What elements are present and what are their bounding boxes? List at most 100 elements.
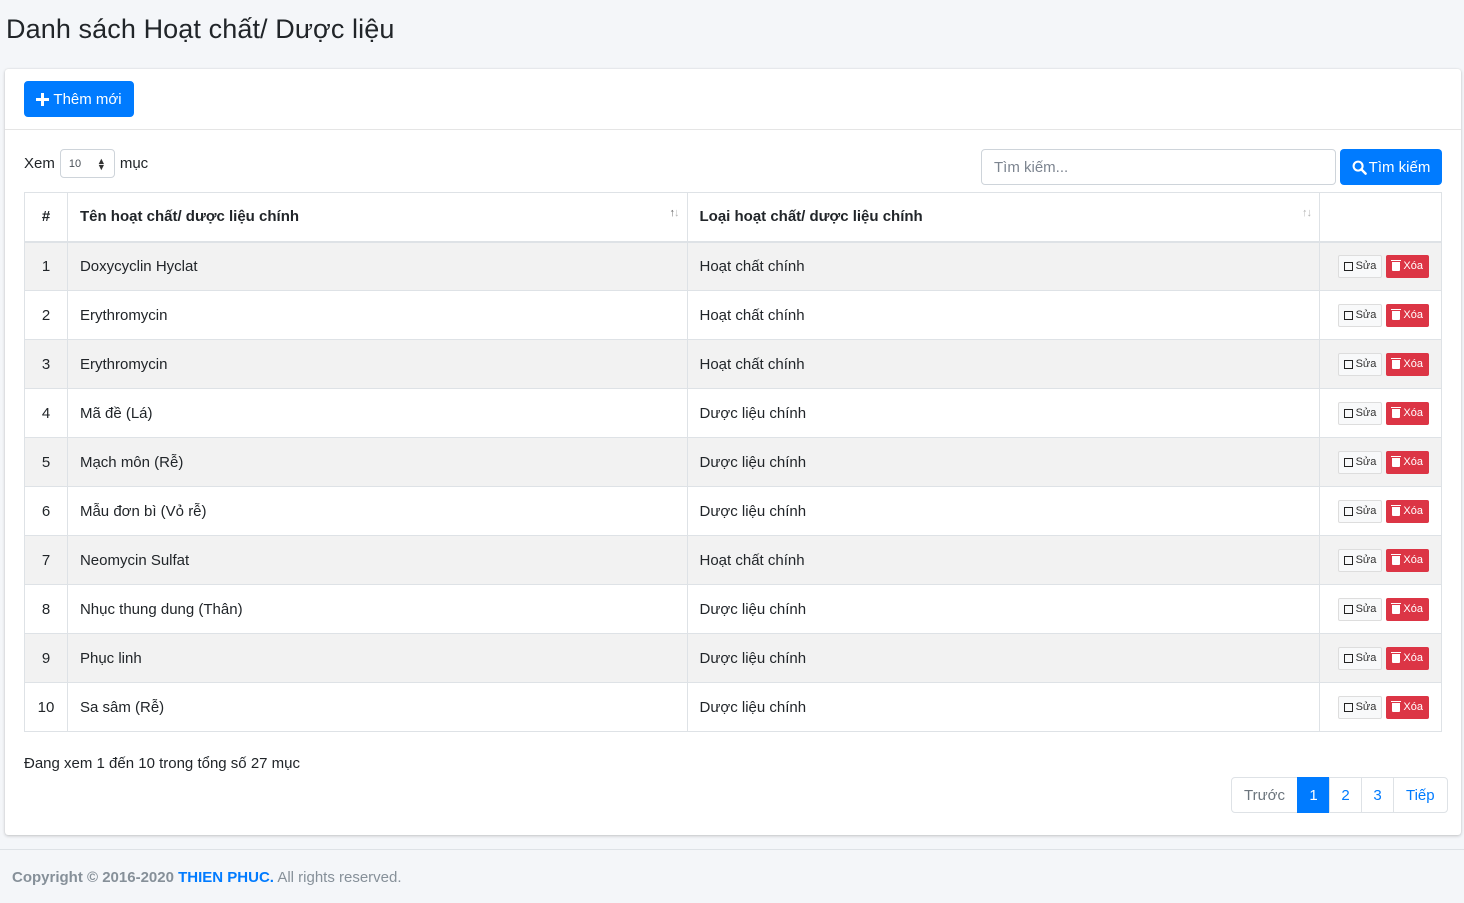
row-name: Mã đề (Lá)	[66, 388, 688, 438]
edit-button[interactable]: Sửa	[1337, 548, 1383, 572]
add-new-button[interactable]: Thêm mới	[24, 81, 134, 117]
search-button-label: Tìm kiếm	[1368, 158, 1431, 176]
footer-copyright: Copyright © 2016-2020	[12, 869, 174, 886]
row-type: Dược liệu chính	[686, 486, 1320, 536]
row-num: 1	[24, 241, 68, 291]
edit-label: Sửa	[1355, 456, 1377, 468]
sort-icon: ↑↓	[1301, 207, 1312, 219]
edit-icon	[1343, 310, 1353, 320]
trash-icon	[1391, 504, 1402, 516]
edit-label: Sửa	[1355, 603, 1377, 615]
row-num: 6	[24, 486, 68, 536]
delete-button[interactable]: Xóa	[1386, 254, 1429, 278]
edit-button[interactable]: Sửa	[1337, 597, 1383, 621]
edit-icon	[1343, 604, 1353, 614]
length-suffix: mục	[119, 155, 149, 172]
edit-icon	[1343, 702, 1353, 712]
updown-icon: ▲ ▼	[96, 155, 106, 172]
edit-label: Sửa	[1355, 358, 1377, 370]
edit-icon	[1343, 359, 1353, 369]
table-info: Đang xem 1 đến 10 trong tổng số 27 mục	[24, 755, 301, 772]
pagination-next[interactable]: Tiếp	[1392, 777, 1448, 813]
table-row: 10 Sa sâm (Rễ) Dược liệu chính Sửa Xóa	[24, 682, 1443, 732]
delete-button[interactable]: Xóa	[1386, 548, 1429, 572]
delete-label: Xóa	[1403, 407, 1423, 419]
edit-button[interactable]: Sửa	[1337, 352, 1383, 376]
row-type: Hoạt chất chính	[686, 290, 1320, 340]
delete-button[interactable]: Xóa	[1386, 401, 1429, 425]
data-table: # Tên hoạt chất/ dược liệu chính ↑↓ Loại…	[24, 192, 1443, 732]
delete-label: Xóa	[1403, 652, 1423, 664]
edit-label: Sửa	[1355, 701, 1377, 713]
table-row: 9 Phục linh Dược liệu chính Sửa Xóa	[24, 633, 1443, 683]
delete-label: Xóa	[1403, 260, 1423, 273]
row-type: Hoạt chất chính	[686, 241, 1320, 291]
table-row: 1 Doxycyclin Hyclat Hoạt chất chính Sửa Xóa	[24, 241, 1443, 291]
table-row: 4 Mã đề (Lá) Dược liệu chính Sửa Xóa	[24, 388, 1443, 438]
page-length-select[interactable]: 10 ▲ ▼	[59, 149, 115, 178]
page-length-control: Xem 10 ▲ ▼ mục	[24, 149, 148, 178]
pagination-page-2[interactable]: 2	[1328, 777, 1362, 813]
header-num: #	[24, 192, 68, 243]
edit-button[interactable]: Sửa	[1337, 499, 1383, 523]
page-title: Danh sách Hoạt chất/ Dược liệu	[6, 14, 395, 44]
delete-button[interactable]: Xóa	[1386, 646, 1429, 670]
delete-label: Xóa	[1403, 505, 1423, 517]
pagination-prev[interactable]: Trước	[1231, 777, 1298, 813]
row-name: Erythromycin	[66, 290, 688, 340]
table-header-row: # Tên hoạt chất/ dược liệu chính ↑↓ Loại…	[24, 192, 1443, 243]
trash-icon	[1391, 308, 1402, 320]
delete-label: Xóa	[1403, 309, 1423, 321]
table-row: 7 Neomycin Sulfat Hoạt chất chính Sửa Xóa	[24, 535, 1443, 585]
delete-label: Xóa	[1403, 358, 1423, 370]
delete-button[interactable]: Xóa	[1386, 450, 1429, 474]
delete-label: Xóa	[1403, 456, 1423, 468]
edit-button[interactable]: Sửa	[1337, 254, 1383, 278]
edit-label: Sửa	[1355, 505, 1377, 517]
length-prefix: Xem	[24, 155, 55, 172]
row-type: Dược liệu chính	[686, 584, 1320, 634]
row-num: 3	[24, 339, 68, 389]
footer-divider	[0, 849, 1464, 850]
row-type: Dược liệu chính	[686, 388, 1320, 438]
search-button[interactable]: Tìm kiếm	[1340, 149, 1442, 185]
delete-button[interactable]: Xóa	[1386, 499, 1429, 523]
edit-button[interactable]: Sửa	[1337, 695, 1383, 719]
footer-brand-link[interactable]: THIEN PHUC.	[178, 869, 274, 886]
pagination-page-3[interactable]: 3	[1360, 777, 1394, 813]
edit-icon	[1343, 555, 1353, 565]
search-icon	[1352, 160, 1367, 175]
row-name: Erythromycin	[66, 339, 688, 389]
trash-icon	[1391, 259, 1402, 271]
main-card: Thêm mới Xem 10 ▲▼ mục Tìm kiếm # Tên ho…	[5, 69, 1461, 835]
row-actions: Sửa Xóa	[1318, 682, 1443, 732]
row-type: Dược liệu chính	[686, 437, 1320, 487]
header-type-label: Loại hoạt chất/ dược liệu chính	[699, 208, 923, 226]
table-row: 8 Nhục thung dung (Thân) Dược liệu chính Sử…	[24, 584, 1443, 634]
edit-icon	[1343, 408, 1353, 418]
footer: Copyright © 2016-2020 THIEN PHUC. All ri…	[12, 869, 402, 886]
row-num: 5	[24, 437, 68, 487]
edit-button[interactable]: Sửa	[1337, 450, 1383, 474]
edit-button[interactable]: Sửa	[1337, 303, 1383, 327]
row-name: Doxycyclin Hyclat	[66, 241, 688, 291]
edit-label: Sửa	[1355, 407, 1377, 419]
footer-rights: All rights reserved.	[277, 869, 402, 886]
delete-button[interactable]: Xóa	[1386, 303, 1429, 327]
edit-button[interactable]: Sửa	[1337, 401, 1383, 425]
delete-label: Xóa	[1403, 554, 1423, 566]
delete-button[interactable]: Xóa	[1386, 597, 1429, 621]
edit-button[interactable]: Sửa	[1337, 646, 1383, 670]
page-length-value: 10	[68, 157, 82, 170]
row-type: Dược liệu chính	[686, 633, 1320, 683]
pagination-page-1[interactable]: 1	[1296, 777, 1330, 813]
search-input[interactable]	[981, 149, 1336, 185]
delete-button[interactable]: Xóa	[1386, 352, 1429, 376]
delete-button[interactable]: Xóa	[1386, 695, 1429, 719]
sort-asc-icon: ↑↓	[669, 207, 680, 219]
trash-icon	[1391, 455, 1402, 467]
header-name[interactable]: Tên hoạt chất/ dược liệu chính ↑↓	[66, 192, 688, 243]
table-row: 3 Erythromycin Hoạt chất chính Sửa Xóa	[24, 339, 1443, 389]
trash-icon	[1391, 651, 1402, 663]
header-type[interactable]: Loại hoạt chất/ dược liệu chính ↑↓	[686, 192, 1320, 243]
